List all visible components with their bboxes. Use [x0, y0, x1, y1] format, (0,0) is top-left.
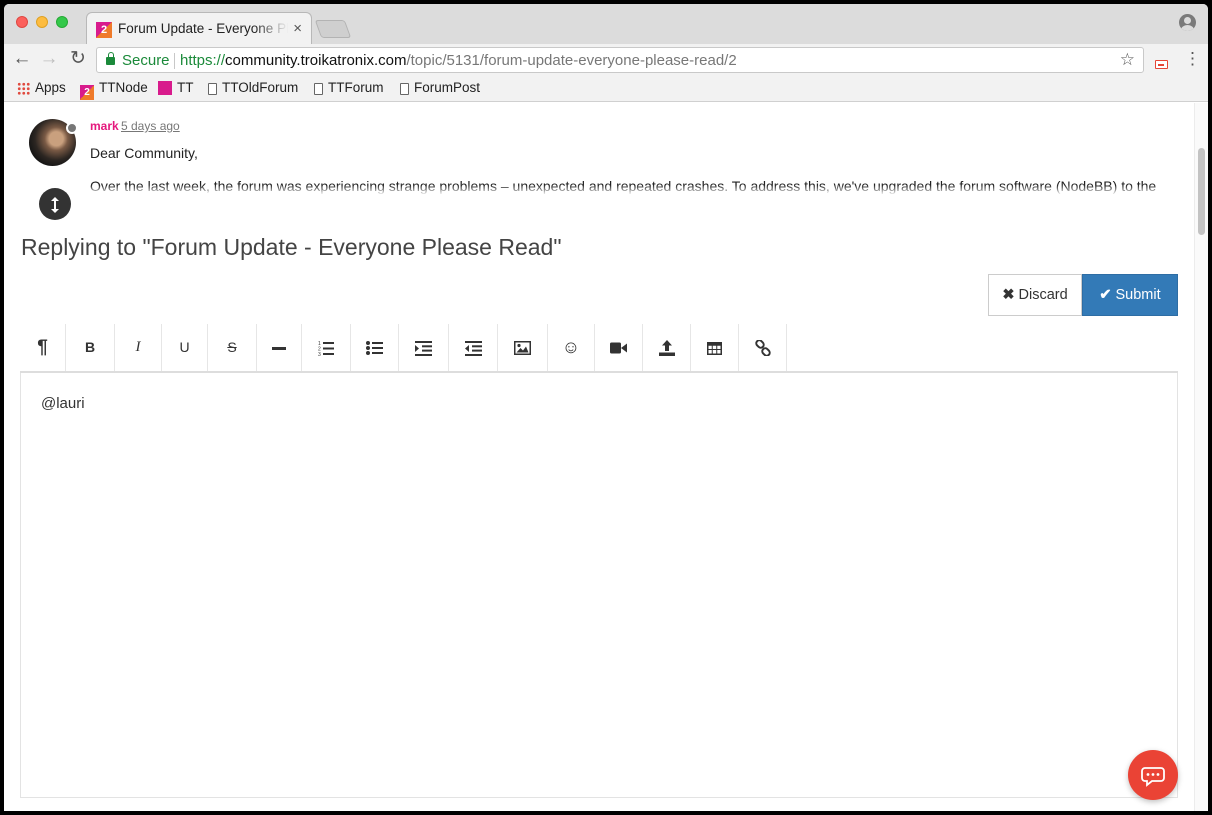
paragraph-icon[interactable]: ¶ — [20, 324, 66, 371]
upload-icon[interactable] — [643, 324, 691, 371]
submit-button[interactable]: ✔ Submit — [1082, 274, 1178, 316]
bookmark-apps[interactable]: Apps — [17, 80, 66, 98]
chat-bubble-icon — [1141, 767, 1165, 787]
outdent-icon[interactable] — [449, 324, 498, 371]
post-greeting: Dear Community, — [90, 145, 198, 161]
close-icon: ✖ — [1002, 287, 1015, 303]
submit-label: Submit — [1115, 287, 1161, 303]
underline-icon[interactable]: U — [162, 324, 208, 371]
bookmark-ttnode[interactable]: 2 TTNode — [80, 80, 148, 100]
formatting-toolbar: ¶ B I U S 123 ☺ — [20, 324, 1178, 373]
bookmark-forumpost[interactable]: ForumPost — [400, 80, 480, 98]
back-arrow-icon[interactable]: ← — [10, 48, 34, 72]
composer-title: Replying to "Forum Update - Everyone Ple… — [21, 234, 562, 260]
bookmark-ttoldforum[interactable]: TTOldForum — [208, 80, 298, 98]
lock-icon — [106, 52, 115, 65]
close-window-button[interactable] — [16, 16, 28, 28]
bookmark-label: TTOldForum — [222, 80, 299, 95]
discard-button[interactable]: ✖ Discard — [988, 274, 1082, 316]
troikatronix-favicon-icon: 2 — [96, 22, 112, 38]
url-scheme: https:// — [180, 52, 226, 69]
table-icon[interactable] — [691, 324, 739, 371]
unordered-list-icon[interactable] — [351, 324, 399, 371]
emoji-icon[interactable]: ☺ — [548, 324, 595, 371]
extension-icon[interactable] — [1155, 60, 1168, 69]
browser-toolbar: ← → ↻ Secure https://community.troikatro… — [4, 44, 1208, 76]
troikatronix-favicon-icon: 2 — [80, 85, 94, 100]
tab-strip: 2 Forum Update - Everyone Please Read × — [4, 4, 1208, 44]
video-icon[interactable] — [595, 324, 643, 371]
url-path: /topic/5131/forum-update-everyone-please… — [406, 52, 737, 69]
bookmark-label: TT — [177, 80, 194, 95]
check-icon: ✔ — [1099, 287, 1112, 303]
svg-text:3: 3 — [318, 352, 321, 356]
address-bar[interactable]: Secure https://community.troikatronix.co… — [96, 47, 1144, 73]
post-author[interactable]: mark — [90, 119, 119, 133]
profile-icon[interactable] — [1179, 14, 1196, 31]
post-body: Over the last week, the forum was experi… — [90, 178, 1157, 194]
page-icon — [400, 83, 409, 95]
horizontal-rule-icon[interactable] — [257, 324, 302, 371]
browser-window: 2 Forum Update - Everyone Please Read × … — [4, 4, 1208, 811]
bookmark-tt[interactable]: TT — [158, 80, 194, 98]
reply-editor[interactable]: @lauri — [20, 373, 1178, 798]
minimize-window-button[interactable] — [36, 16, 48, 28]
strikethrough-icon[interactable]: S — [208, 324, 257, 371]
bookmark-label: TTNode — [99, 80, 148, 95]
bold-icon[interactable]: B — [66, 324, 115, 371]
bookmarks-bar: Apps 2 TTNode TT TTOldForum TTForum Forum… — [4, 76, 1208, 102]
url-text[interactable]: https://community.troikatronix.com/topic… — [180, 52, 737, 69]
url-host: community.troikatronix.com — [225, 52, 407, 69]
browser-tab-active[interactable]: 2 Forum Update - Everyone Please Read × — [86, 12, 312, 44]
offline-status-icon — [66, 122, 78, 134]
resize-handle-icon[interactable] — [39, 188, 71, 220]
tab-title: Forum Update - Everyone Please Read — [118, 21, 288, 36]
indent-icon[interactable] — [399, 324, 449, 371]
bookmark-label: TTForum — [328, 80, 384, 95]
chat-button[interactable] — [1128, 750, 1178, 800]
link-icon[interactable] — [739, 324, 787, 371]
italic-icon[interactable]: I — [115, 324, 162, 371]
ordered-list-icon[interactable]: 123 — [302, 324, 351, 371]
vertical-arrows-icon — [51, 197, 59, 214]
new-tab-button[interactable] — [314, 20, 352, 38]
image-icon[interactable] — [498, 324, 548, 371]
bookmark-label: ForumPost — [414, 80, 481, 95]
page-icon — [314, 83, 323, 95]
bookmark-ttforum[interactable]: TTForum — [314, 80, 384, 98]
tab-close-icon[interactable]: × — [293, 20, 302, 37]
secure-label: Secure — [122, 52, 170, 69]
maximize-window-button[interactable] — [56, 16, 68, 28]
forward-arrow-icon[interactable]: → — [37, 48, 61, 72]
page-scrollbar[interactable] — [1194, 103, 1208, 811]
page-icon — [208, 83, 217, 95]
bookmark-label: Apps — [35, 80, 66, 95]
browser-menu-icon[interactable]: ⋮ — [1184, 49, 1201, 69]
bookmark-star-icon[interactable]: ☆ — [1120, 50, 1135, 70]
pink-square-icon — [158, 81, 172, 95]
scrollbar-thumb[interactable] — [1198, 148, 1205, 235]
discard-label: Discard — [1018, 287, 1068, 303]
post-timestamp[interactable]: 5 days ago — [121, 119, 180, 133]
page-content: mark 5 days ago Dear Community, Over the… — [4, 103, 1194, 811]
apps-grid-icon — [17, 82, 30, 95]
post-preview: mark 5 days ago Dear Community, Over the… — [4, 103, 1194, 195]
editor-content[interactable]: @lauri — [41, 395, 85, 412]
address-separator — [174, 53, 175, 69]
reload-icon[interactable]: ↻ — [66, 48, 90, 72]
